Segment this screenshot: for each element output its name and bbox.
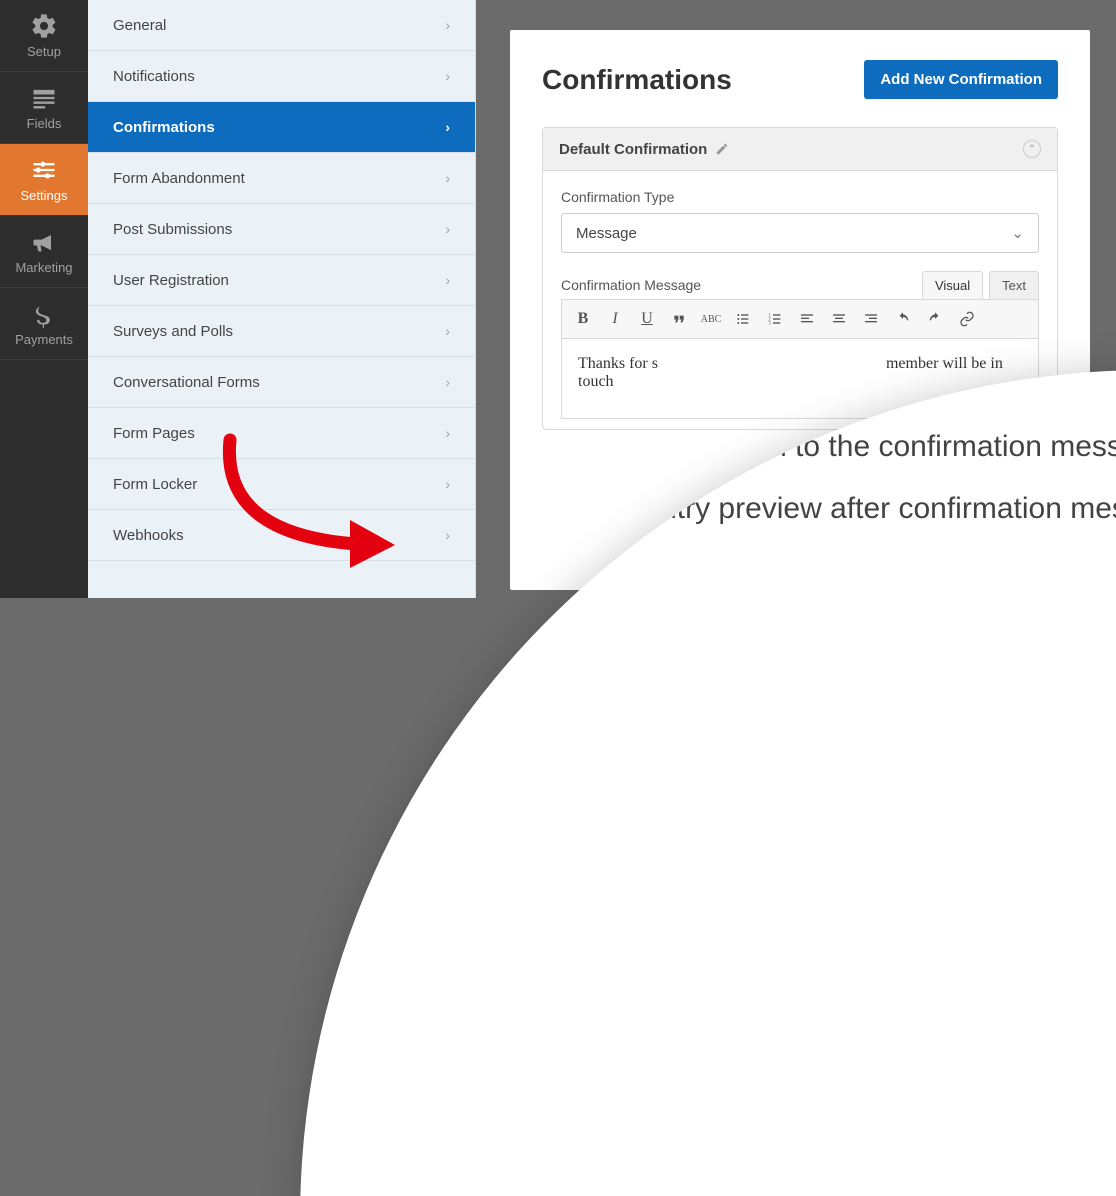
card-header[interactable]: Default Confirmation ⌃ [543,128,1057,171]
sliders-icon [30,156,58,184]
submenu-post-submissions[interactable]: Post Submissions › [88,204,475,255]
pencil-icon[interactable] [715,142,729,156]
underline-icon[interactable]: U [632,304,662,334]
option-show-entry-preview: Show entry preview after confirmation me… [470,492,1116,526]
chevron-right-icon: › [445,68,450,84]
undo-icon[interactable] [888,304,918,334]
submenu-user-registration[interactable]: User Registration › [88,255,475,306]
submenu-label: Form Locker [113,476,197,493]
collapse-icon[interactable]: ⌃ [1023,140,1041,158]
option-label: Automatically scroll to the confirmation… [530,430,1116,464]
submenu-confirmations[interactable]: Confirmations › [88,102,475,153]
chevron-right-icon: › [445,17,450,33]
chevron-right-icon: › [445,323,450,339]
rail-label: Marketing [15,260,72,275]
align-center-icon[interactable] [824,304,854,334]
confirmation-name: Default Confirmation [559,141,707,158]
confirmation-type-select[interactable]: Message ⌄ [561,213,1039,253]
submenu-label: General [113,17,166,34]
submenu-label: Form Pages [113,425,195,442]
rail-label: Fields [27,116,62,131]
chevron-right-icon: › [445,119,450,135]
rail-label: Payments [15,332,73,347]
confirmation-type-label: Confirmation Type [561,189,1039,205]
unordered-list-icon[interactable] [728,304,758,334]
chevron-right-icon: › [445,221,450,237]
gear-icon [30,12,58,40]
submenu-surveys-polls[interactable]: Surveys and Polls › [88,306,475,357]
align-left-icon[interactable] [792,304,822,334]
link-icon[interactable] [952,304,982,334]
submenu-label: Conversational Forms [113,374,260,391]
editor-tabs: Visual Text [922,271,1039,299]
chevron-down-icon: ⌄ [1011,224,1024,242]
submenu-label: Notifications [113,68,195,85]
toggle-auto-scroll[interactable] [470,431,500,463]
builder-icon-rail: Setup Fields Settings Marketing Payments [0,0,88,598]
submenu-general[interactable]: General › [88,0,475,51]
panel-header: Confirmations Add New Confirmation [542,60,1058,99]
rail-item-marketing[interactable]: Marketing [0,216,88,288]
rail-label: Settings [21,188,68,203]
callout-zoom: ags Automatically scroll to the confirma… [300,370,1116,1196]
rail-label: Setup [27,44,61,59]
submenu-label: Confirmations [113,119,215,136]
rail-item-payments[interactable]: Payments [0,288,88,360]
align-right-icon[interactable] [856,304,886,334]
rail-item-settings[interactable]: Settings [0,144,88,216]
submenu-label: Post Submissions [113,221,232,238]
dollar-icon [30,300,58,328]
submenu-label: Surveys and Polls [113,323,233,340]
toggle-entry-preview[interactable] [470,493,530,525]
submenu-label: User Registration [113,272,229,289]
ordered-list-icon[interactable]: 123 [760,304,790,334]
page-title: Confirmations [542,64,732,96]
option-label: Show entry preview after confirmation me… [560,492,1116,526]
submenu-label: Form Abandonment [113,170,245,187]
select-value: Message [576,225,637,242]
confirmation-message-label: Confirmation Message [561,277,701,293]
submenu-notifications[interactable]: Notifications › [88,51,475,102]
submenu-form-abandonment[interactable]: Form Abandonment › [88,153,475,204]
tab-text[interactable]: Text [989,271,1039,299]
list-icon [30,84,58,112]
add-new-confirmation-button[interactable]: Add New Confirmation [864,60,1058,99]
bullhorn-icon [30,228,58,256]
option-auto-scroll: Automatically scroll to the confirmation… [470,430,1116,464]
blockquote-icon[interactable] [664,304,694,334]
tab-visual[interactable]: Visual [922,271,983,299]
bold-icon[interactable]: B [568,304,598,334]
rail-item-setup[interactable]: Setup [0,0,88,72]
strikethrough-icon[interactable]: ABC [696,304,726,334]
italic-icon[interactable]: I [600,304,630,334]
chevron-right-icon: › [445,170,450,186]
editor-toolbar: B I U ABC 123 [561,299,1039,339]
redo-icon[interactable] [920,304,950,334]
rail-item-fields[interactable]: Fields [0,72,88,144]
chevron-right-icon: › [445,272,450,288]
submenu-label: Webhooks [113,527,184,544]
svg-text:3: 3 [768,321,771,326]
